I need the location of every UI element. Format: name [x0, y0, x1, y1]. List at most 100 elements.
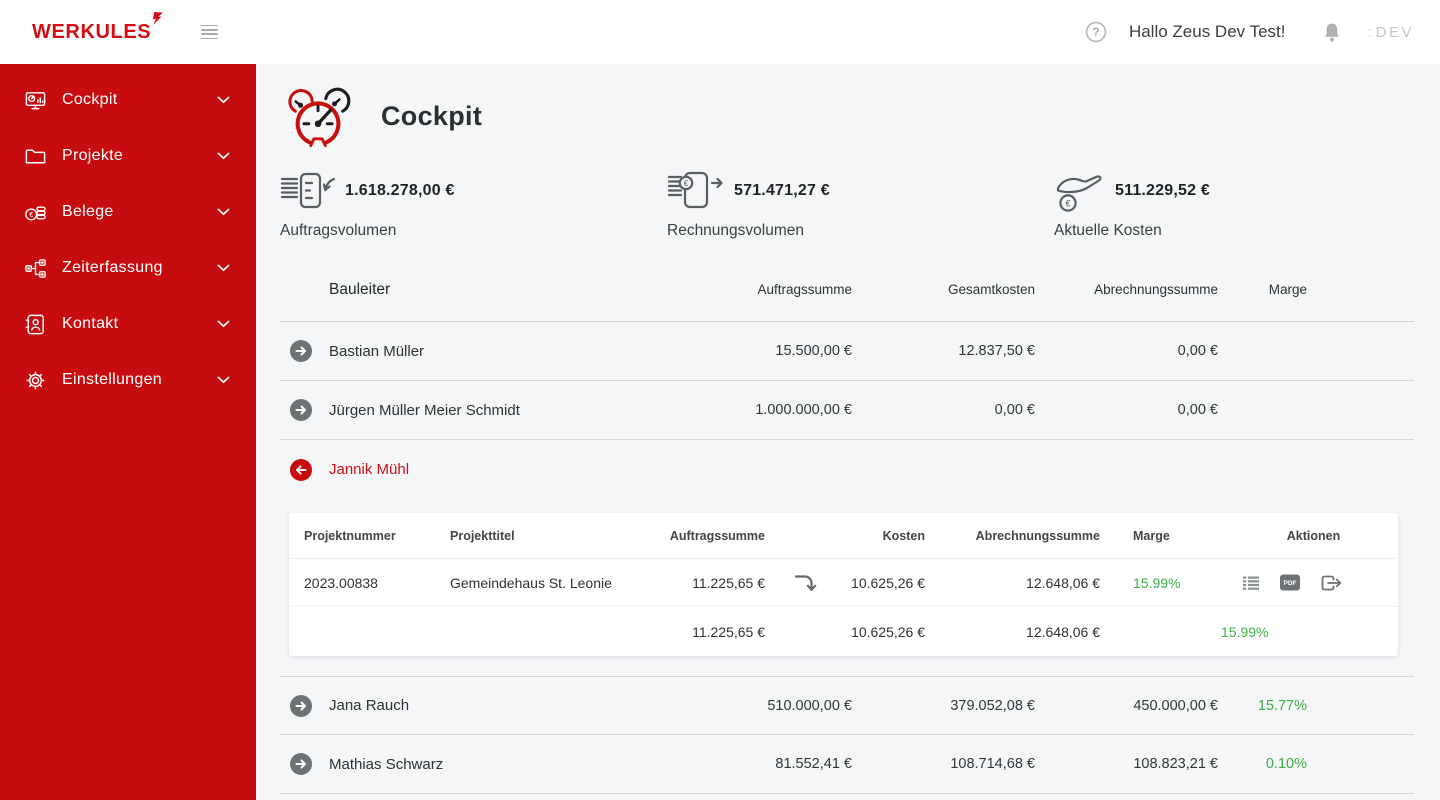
svg-text:€: €	[1065, 198, 1070, 208]
collapse-row-button[interactable]	[290, 458, 312, 481]
stat-value: 1.618.278,00 €	[345, 182, 455, 199]
svg-text:€: €	[684, 179, 689, 188]
bauleiter-row-expanded: Jannik Mühl	[280, 440, 1414, 499]
gesamtkosten-value: 108.714,68 €	[950, 756, 1035, 772]
stat-aktuelle-kosten: € 511.229,52 € Aktuelle Kosten	[1054, 168, 1414, 240]
help-icon[interactable]: ?	[1085, 21, 1107, 43]
logo-text: WERKULES	[32, 20, 152, 43]
export-icon[interactable]	[1321, 575, 1342, 591]
menu-icon[interactable]	[197, 21, 222, 44]
chevron-down-icon	[217, 376, 230, 384]
marge-value: 15.99%	[1133, 574, 1181, 591]
sidebar-item-belege[interactable]: € Belege	[0, 184, 256, 240]
page-header: Cockpit	[280, 84, 1414, 148]
bauleiter-name: Mathias Schwarz	[329, 755, 444, 773]
expand-row-button[interactable]	[290, 694, 312, 717]
stat-auftragsvolumen: 1.618.278,00 € Auftragsvolumen	[280, 168, 667, 240]
gesamtkosten-value: 0,00 €	[994, 402, 1035, 418]
bauleiter-name: Bastian Müller	[329, 342, 425, 360]
sidebar-item-projekte[interactable]: Projekte	[0, 128, 256, 184]
bell-icon[interactable]	[1323, 22, 1341, 43]
col-header-aktionen: Aktionen	[1286, 528, 1341, 543]
bauleiter-row: Mathias Schwarz 81.552,41 € 108.714,68 €…	[280, 735, 1414, 794]
abrechnungssumme-value: 108.823,21 €	[1133, 756, 1218, 772]
col-header-marge: Marge	[1133, 528, 1170, 543]
topbar-right: ? Hallo Zeus Dev Test! : DEV	[1085, 21, 1414, 43]
gesamtkosten-value: 12.837,50 €	[958, 343, 1035, 359]
auftragssumme-value: 11.225,65 €	[692, 574, 765, 591]
col-header-abrechnungssumme: Abrechnungssumme	[1094, 282, 1218, 297]
abrechnungssumme-value: 0,00 €	[1177, 402, 1218, 418]
order-volume-icon	[280, 172, 336, 209]
dashboard-monitor-icon	[25, 91, 46, 109]
env-label: DEV	[1375, 23, 1414, 41]
auftragssumme-value: 1.000.000,00 €	[755, 402, 852, 418]
kosten-value: 10.625,26 €	[851, 574, 925, 591]
bauleiter-name: Jannik Mühl	[329, 461, 410, 478]
contact-book-icon	[25, 314, 44, 334]
sidebar-item-label: Kontakt	[62, 315, 119, 332]
totals-abrechnungssumme: 12.648,06 €	[1026, 623, 1100, 640]
stat-rechnungsvolumen: € 571.471,27 € Rechnungsvolumen	[667, 168, 1054, 240]
col-header-bauleiter: Bauleiter	[329, 280, 391, 298]
chevron-down-icon	[217, 208, 230, 216]
totals-kosten: 10.625,26 €	[851, 623, 925, 640]
col-header-kosten: Kosten	[882, 528, 925, 543]
org-time-icon	[25, 258, 46, 278]
svg-text:€: €	[29, 210, 33, 218]
sidebar-item-label: Projekte	[62, 147, 124, 164]
totals-marge: 15.99%	[1221, 623, 1269, 640]
logo-bolt-icon	[153, 11, 164, 25]
sidebar-item-einstellungen[interactable]: Einstellungen	[0, 352, 256, 408]
stat-value: 571.471,27 €	[734, 182, 830, 199]
sidebar-item-zeiterfassung[interactable]: Zeiterfassung	[0, 240, 256, 296]
project-row: 2023.00838 Gemeindehaus St. Leonie 11.22…	[289, 559, 1398, 607]
bauleiter-row: Jana Rauch 510.000,00 € 379.052,08 € 450…	[280, 676, 1414, 735]
auftragssumme-value: 510.000,00 €	[767, 697, 852, 714]
svg-text:?: ?	[1092, 25, 1099, 39]
abrechnungssumme-value: 0,00 €	[1177, 343, 1218, 359]
marge-value: 15.77%	[1257, 697, 1307, 714]
sidebar-item-label: Zeiterfassung	[62, 259, 163, 276]
col-header-abrechnungssumme: Abrechnungssumme	[975, 528, 1100, 543]
sidebar-item-kontakt[interactable]: Kontakt	[0, 296, 256, 352]
expand-row-button[interactable]	[290, 399, 312, 421]
sidebar-item-label: Cockpit	[62, 91, 118, 108]
gear-icon	[26, 371, 45, 389]
page-title: Cockpit	[381, 100, 483, 131]
curved-arrow-down-icon	[794, 574, 816, 591]
chevron-down-icon	[217, 152, 230, 160]
auftragssumme-value: 15.500,00 €	[775, 343, 852, 359]
gesamtkosten-value: 379.052,08 €	[950, 697, 1035, 714]
stat-label: Aktuelle Kosten	[1054, 222, 1162, 239]
bauleiter-row: Jürgen Müller Meier Schmidt 1.000.000,00…	[280, 381, 1414, 440]
col-header-gesamtkosten: Gesamtkosten	[947, 282, 1035, 297]
projekttitel-value: Gemeindehaus St. Leonie	[450, 574, 612, 591]
list-icon[interactable]	[1243, 576, 1259, 590]
table-header-row: Bauleiter Auftragssumme Gesamtkosten Abr…	[280, 258, 1414, 322]
sidebar-item-cockpit[interactable]: Cockpit	[0, 72, 256, 128]
col-header-auftragssumme: Auftragssumme	[669, 528, 765, 543]
coins-icon: €	[25, 206, 46, 220]
expand-row-button[interactable]	[290, 340, 312, 362]
svg-text:PDF: PDF	[1284, 580, 1297, 587]
logo[interactable]: WERKULES	[32, 11, 164, 44]
bauleiter-name: Jana Rauch	[329, 697, 410, 714]
environment-badge: : DEV	[1367, 24, 1414, 41]
chevron-down-icon	[217, 264, 230, 272]
chevron-down-icon	[217, 96, 230, 104]
env-fragment: :	[1367, 23, 1372, 41]
expand-row-button[interactable]	[290, 753, 312, 775]
sidebar-item-label: Einstellungen	[62, 371, 162, 388]
main-content: Cockpit 1.618.278,00 € Auftragsvolumen €…	[256, 64, 1440, 800]
pdf-icon[interactable]: PDF	[1280, 574, 1300, 591]
project-detail-card: Projektnummer Projekttitel Auftragssumme…	[289, 513, 1398, 656]
folder-icon	[25, 149, 46, 163]
abrechnungssumme-value: 450.000,00 €	[1133, 697, 1218, 714]
col-header-marge: Marge	[1268, 282, 1307, 297]
chevron-down-icon	[217, 320, 230, 328]
greeting-text: Hallo Zeus Dev Test!	[1128, 22, 1286, 41]
totals-auftragssumme: 11.225,65 €	[692, 623, 765, 640]
aktionen-cell: PDF	[1229, 574, 1398, 591]
abrechnungssumme-value: 12.648,06 €	[1026, 574, 1100, 591]
